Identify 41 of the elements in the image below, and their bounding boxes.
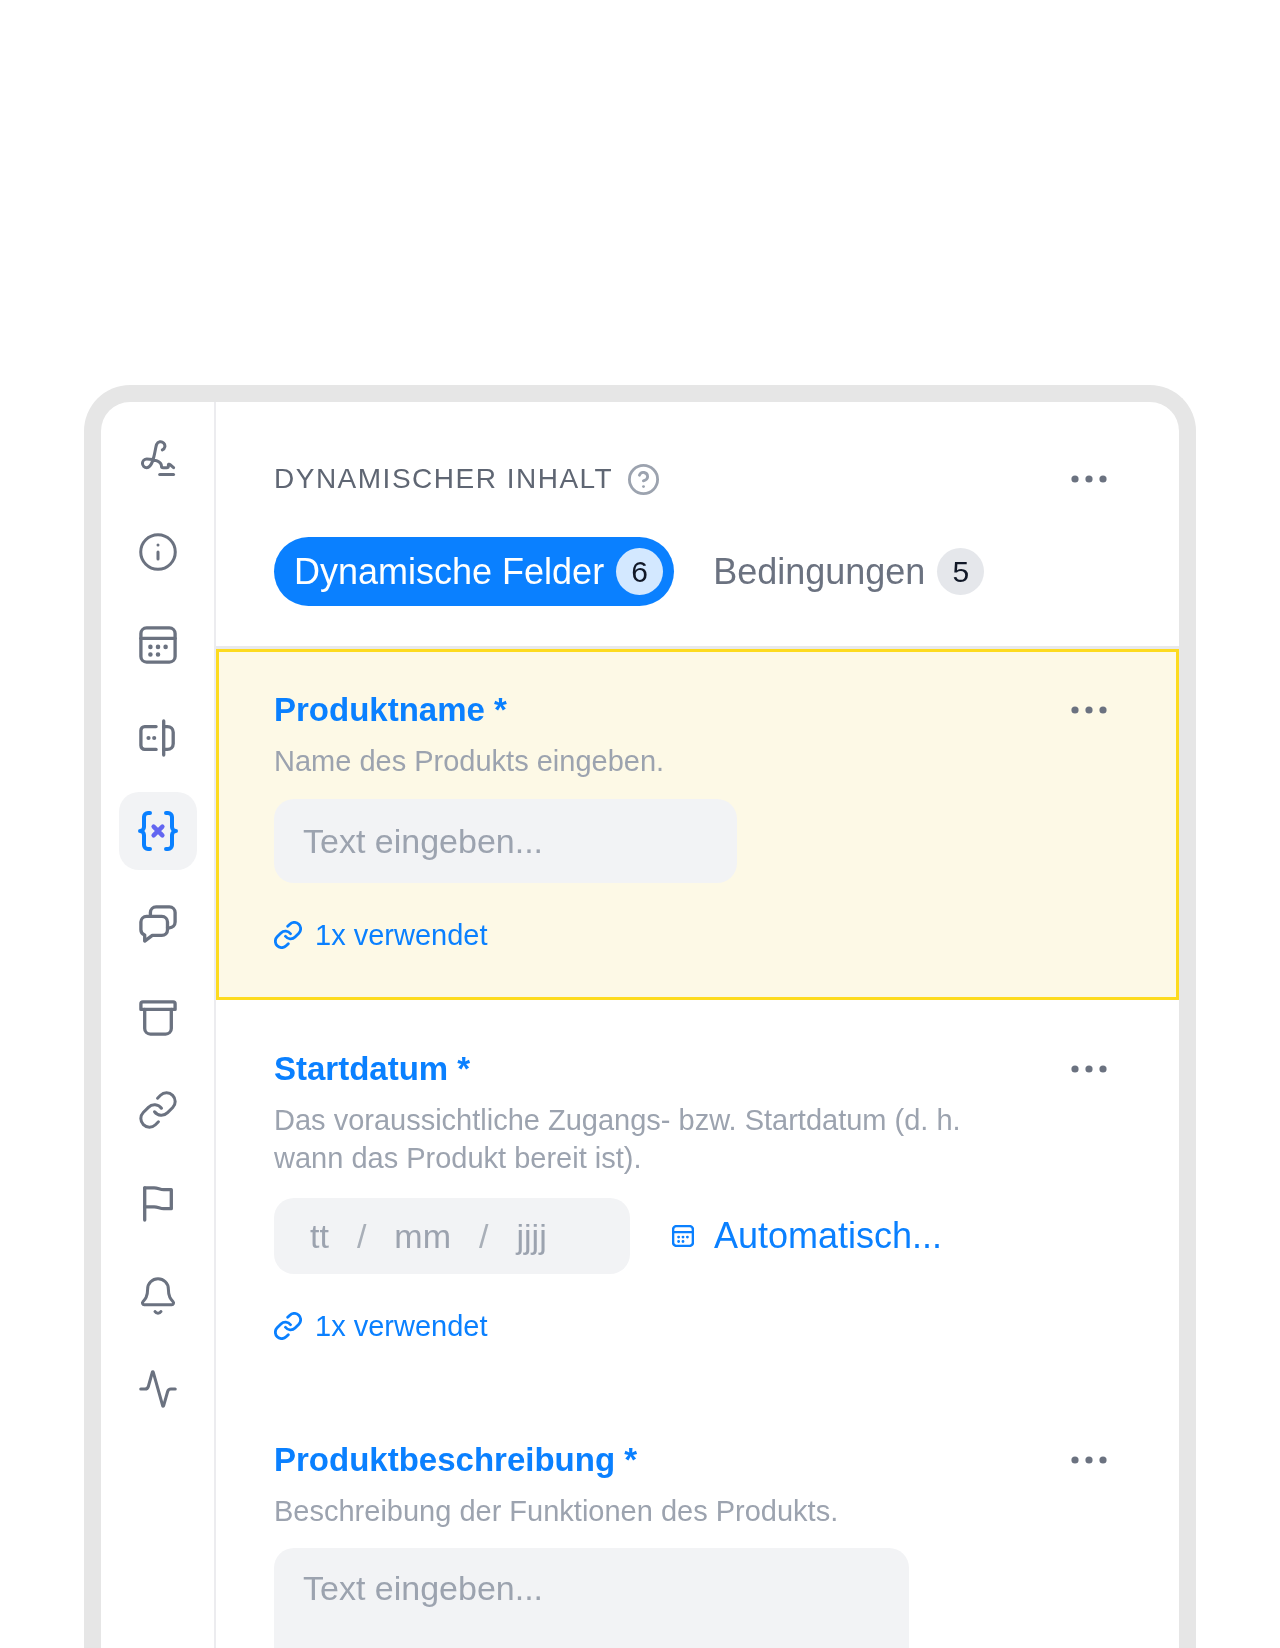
date-separator: / — [356, 1216, 367, 1256]
sidebar-item[interactable] — [118, 792, 197, 870]
link-icon — [274, 921, 302, 949]
text-input-icon — [138, 719, 177, 757]
pulse-icon — [138, 1370, 177, 1408]
panel-title: DYNAMISCHER INHALT — [274, 462, 614, 496]
field-title: Produktname * — [274, 690, 507, 730]
signature-icon — [138, 440, 177, 478]
chat-bubbles-icon — [138, 905, 177, 943]
link-icon — [274, 1312, 302, 1340]
link-icon — [138, 1091, 177, 1129]
box-icon — [138, 998, 177, 1036]
more-icon — [1071, 706, 1107, 714]
count-badge: 5 — [937, 548, 985, 595]
usage-link[interactable]: 1x verwendet — [274, 1308, 488, 1344]
auto-date-button[interactable]: Automatisch... — [672, 1214, 943, 1258]
textarea-field[interactable]: Text eingeben... — [274, 1548, 909, 1648]
more-icon — [1071, 1456, 1107, 1464]
usage-link[interactable]: 1x verwendet — [274, 917, 488, 953]
date-segment[interactable]: mm — [394, 1216, 451, 1256]
field-description: Beschreibung der Funktionen des Produkts. — [274, 1494, 839, 1529]
info-icon — [138, 533, 177, 571]
date-separator: / — [479, 1216, 489, 1256]
calendar-icon — [672, 1225, 694, 1247]
field-title: Produktbeschreibung * — [274, 1440, 638, 1480]
tab[interactable]: Bedingungen 5 — [693, 537, 996, 606]
calendar-icon — [138, 626, 177, 664]
date-segment[interactable]: jjjj — [516, 1216, 547, 1256]
count-badge: 6 — [616, 548, 664, 595]
braces-icon — [137, 811, 178, 851]
help-icon — [628, 463, 660, 495]
bell-icon — [138, 1277, 177, 1315]
field-description: Das voraussichtliche Zugangs- bzw. Startdatum (d. h. wann das Produkt bereit ist). — [274, 1103, 962, 1176]
more-icon — [1071, 1065, 1107, 1073]
date-field[interactable]: tt / mm / jjjj — [274, 1198, 630, 1274]
field-title: Startdatum * — [274, 1049, 471, 1089]
field-description: Name des Produkts eingeben. — [274, 744, 665, 779]
more-icon — [1071, 475, 1107, 483]
date-segment[interactable]: tt — [310, 1216, 329, 1256]
text-field[interactable]: Text eingeben... — [274, 799, 737, 883]
tab[interactable]: Dynamische Felder 6 — [274, 537, 675, 606]
